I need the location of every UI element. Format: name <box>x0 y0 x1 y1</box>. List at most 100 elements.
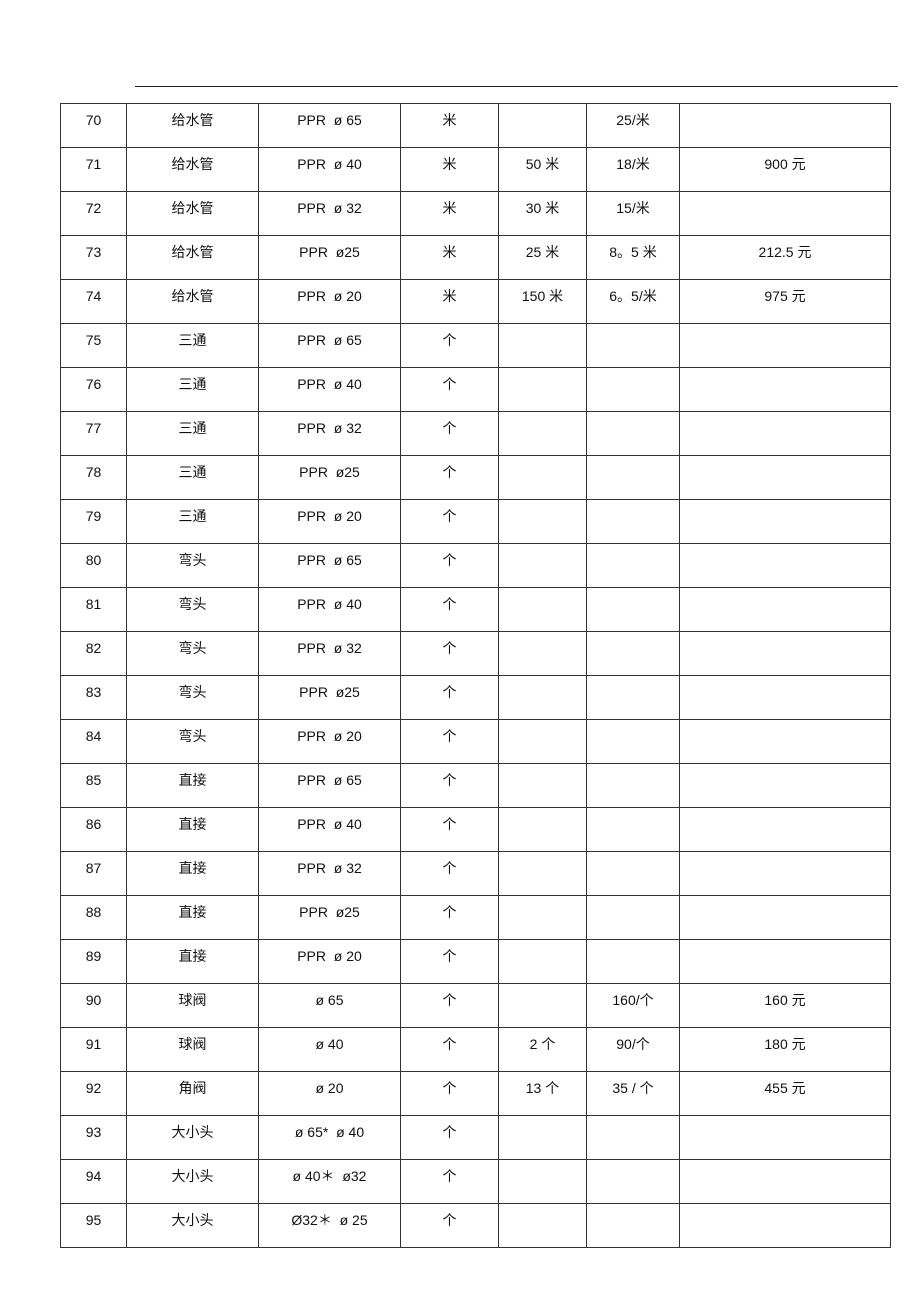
cell-no: 77 <box>60 411 127 456</box>
cell-text <box>587 632 679 641</box>
cell-text: 70 <box>85 112 102 128</box>
cell-name: 弯头 <box>126 675 259 720</box>
cell-qty <box>498 851 587 896</box>
cell-text <box>587 1116 679 1125</box>
cell-text: 212.5 元 <box>758 244 812 260</box>
table-row: 70 给水管 PPR ø 65 米 25/米 <box>60 103 891 148</box>
cell-text <box>680 324 890 333</box>
cell-price <box>586 719 680 764</box>
cell-text: 个 <box>442 420 457 436</box>
cell-spec: PPR ø 65 <box>258 763 401 808</box>
cell-unit: 个 <box>400 675 499 720</box>
cell-text: 90 <box>85 992 102 1008</box>
cell-no: 90 <box>60 983 127 1028</box>
cell-text: 个 <box>442 816 457 832</box>
cell-text <box>587 1160 679 1169</box>
table-row: 71 给水管 PPR ø 40 米 50 米 18/米 900 元 <box>60 147 891 192</box>
cell-text <box>587 412 679 421</box>
cell-text: 给水管 <box>171 244 214 260</box>
cell-text: 三通 <box>178 332 207 348</box>
cell-text: 85 <box>85 772 102 788</box>
cell-text <box>680 764 890 773</box>
cell-text: PPR ø 32 <box>297 640 362 656</box>
cell-text: 78 <box>85 464 102 480</box>
cell-text: 79 <box>85 508 102 524</box>
cell-text: 个 <box>442 640 457 656</box>
header-rule <box>135 86 898 87</box>
cell-text: 大小头 <box>171 1212 214 1228</box>
cell-text <box>499 720 586 729</box>
cell-name: 三通 <box>126 411 259 456</box>
cell-qty: 2 个 <box>498 1027 587 1072</box>
cell-no: 76 <box>60 367 127 412</box>
cell-text: 米 <box>442 156 457 172</box>
cell-no: 72 <box>60 191 127 236</box>
cell-name: 给水管 <box>126 279 259 324</box>
cell-text: 球阀 <box>178 992 207 1008</box>
cell-text: 6。5/米 <box>609 288 657 304</box>
cell-price <box>586 455 680 500</box>
cell-spec: PPR ø25 <box>258 675 401 720</box>
cell-price: 15/米 <box>586 191 680 236</box>
cell-text: 30 米 <box>525 200 560 216</box>
cell-text: PPR ø25 <box>299 684 360 700</box>
table-row: 85 直接 PPR ø 65 个 <box>60 763 891 808</box>
cell-text: 给水管 <box>171 156 214 172</box>
cell-text <box>680 852 890 861</box>
cell-no: 87 <box>60 851 127 896</box>
cell-text: 个 <box>442 1212 457 1228</box>
cell-total <box>679 675 891 720</box>
cell-text <box>499 808 586 817</box>
cell-unit: 个 <box>400 499 499 544</box>
cell-text: 个 <box>442 1124 457 1140</box>
cell-name: 直接 <box>126 895 259 940</box>
cell-unit: 个 <box>400 1027 499 1072</box>
cell-text: 50 米 <box>525 156 560 172</box>
cell-no: 94 <box>60 1159 127 1204</box>
cell-text: 35 / 个 <box>612 1080 654 1096</box>
cell-text: 25 米 <box>525 244 560 260</box>
cell-text: 900 元 <box>764 156 806 172</box>
cell-total <box>679 587 891 632</box>
cell-unit: 米 <box>400 191 499 236</box>
cell-text: 75 <box>85 332 102 348</box>
table-row: 75 三通 PPR ø 65 个 <box>60 323 891 368</box>
cell-text <box>499 104 586 113</box>
cell-text: 76 <box>85 376 102 392</box>
cell-text: 72 <box>85 200 102 216</box>
cell-qty <box>498 543 587 588</box>
cell-text: 83 <box>85 684 102 700</box>
cell-text: 80 <box>85 552 102 568</box>
cell-text <box>680 808 890 817</box>
cell-text <box>680 104 890 113</box>
cell-text: ø 40＊ ø32 <box>292 1168 367 1184</box>
cell-no: 70 <box>60 103 127 148</box>
cell-no: 93 <box>60 1115 127 1160</box>
cell-text <box>499 544 586 553</box>
cell-name: 三通 <box>126 499 259 544</box>
cell-no: 82 <box>60 631 127 676</box>
cell-total: 160 元 <box>679 983 891 1028</box>
cell-text: 86 <box>85 816 102 832</box>
cell-spec: PPR ø 20 <box>258 719 401 764</box>
cell-total <box>679 939 891 984</box>
table-row: 82 弯头 PPR ø 32 个 <box>60 631 891 676</box>
cell-text: 三通 <box>178 508 207 524</box>
cell-name: 球阀 <box>126 983 259 1028</box>
cell-unit: 米 <box>400 103 499 148</box>
cell-text <box>587 852 679 861</box>
cell-text: 个 <box>442 464 457 480</box>
cell-text <box>587 808 679 817</box>
cell-spec: PPR ø25 <box>258 895 401 940</box>
cell-no: 79 <box>60 499 127 544</box>
cell-text: 直接 <box>178 772 207 788</box>
cell-text <box>680 720 890 729</box>
table-row: 78 三通 PPR ø25 个 <box>60 455 891 500</box>
cell-qty <box>498 675 587 720</box>
cell-text: 个 <box>442 684 457 700</box>
cell-text: 直接 <box>178 816 207 832</box>
cell-unit: 个 <box>400 455 499 500</box>
cell-text: 弯头 <box>178 596 207 612</box>
cell-text <box>587 368 679 377</box>
cell-text: 8。5 米 <box>609 244 657 260</box>
